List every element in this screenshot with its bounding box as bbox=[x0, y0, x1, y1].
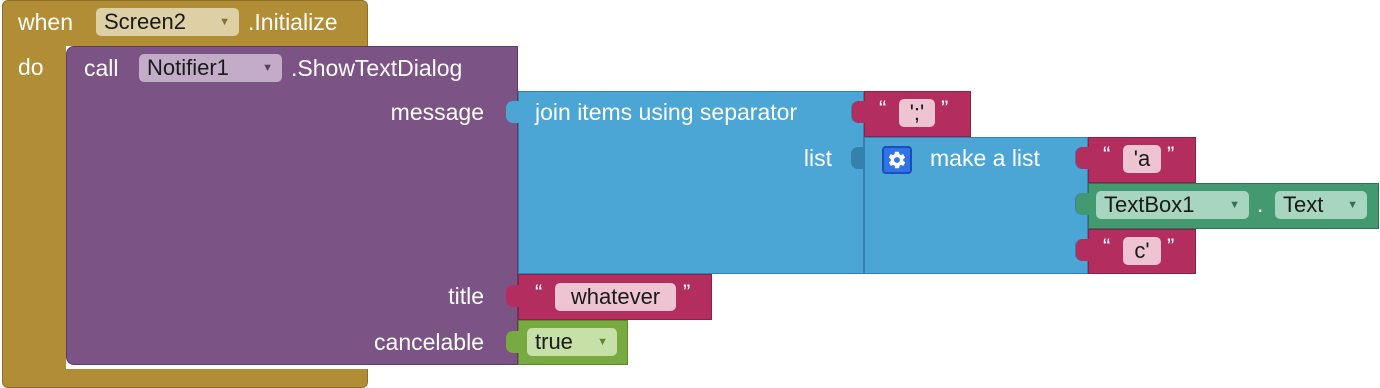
list-item-3-text-field[interactable]: c' bbox=[1123, 237, 1161, 265]
mutator-gear-button[interactable] bbox=[882, 146, 912, 174]
event-block-footer bbox=[2, 369, 368, 388]
do-label: do bbox=[18, 54, 44, 80]
join-label: join items using separator bbox=[535, 99, 798, 125]
list-item-1-text-field[interactable]: 'a bbox=[1123, 145, 1161, 173]
list-item-3-connector bbox=[1076, 239, 1090, 261]
textbox-getter-connector bbox=[1076, 193, 1090, 215]
join-list-socket bbox=[851, 147, 865, 169]
join-list-label: list bbox=[803, 145, 832, 171]
dropdown-arrow-icon: ▼ bbox=[262, 62, 273, 74]
property-dot: . bbox=[1257, 191, 1264, 217]
open-quote: “ bbox=[535, 280, 543, 305]
boolean-block-connector bbox=[506, 331, 520, 353]
open-quote: “ bbox=[1103, 142, 1111, 167]
boolean-value-dropdown[interactable]: true ▼ bbox=[527, 328, 617, 356]
gear-icon bbox=[888, 151, 906, 169]
textbox-property-name: Text bbox=[1283, 192, 1324, 217]
dropdown-arrow-icon: ▼ bbox=[597, 336, 608, 348]
close-quote: ” bbox=[1167, 142, 1175, 167]
open-quote: “ bbox=[1103, 234, 1111, 259]
event-name: .Initialize bbox=[248, 9, 338, 35]
textbox-component-name: TextBox1 bbox=[1104, 192, 1195, 217]
param-title-label: title bbox=[448, 283, 484, 309]
title-text-field[interactable]: whatever bbox=[555, 283, 676, 311]
close-quote: ” bbox=[1167, 234, 1175, 259]
textbox-component-dropdown[interactable]: TextBox1 ▼ bbox=[1096, 191, 1249, 219]
boolean-value: true bbox=[535, 329, 573, 354]
notifier-component-dropdown[interactable]: Notifier1 ▼ bbox=[139, 54, 282, 82]
dropdown-arrow-icon: ▼ bbox=[219, 16, 230, 28]
when-label: when bbox=[18, 9, 73, 35]
close-quote: ” bbox=[941, 96, 949, 121]
method-name: .ShowTextDialog bbox=[291, 55, 463, 81]
call-label: call bbox=[84, 55, 119, 81]
separator-text-connector bbox=[852, 101, 866, 123]
textbox-property-dropdown[interactable]: Text ▼ bbox=[1275, 191, 1367, 219]
make-list-label: make a list bbox=[930, 145, 1040, 171]
close-quote: ” bbox=[683, 280, 691, 305]
screen-component-dropdown[interactable]: Screen2 ▼ bbox=[96, 8, 239, 36]
list-item-1-connector bbox=[1076, 147, 1090, 169]
param-message-label: message bbox=[390, 99, 484, 125]
notifier-component-name: Notifier1 bbox=[147, 55, 229, 80]
title-text-connector bbox=[506, 285, 520, 307]
open-quote: “ bbox=[879, 96, 887, 121]
event-block-spine bbox=[2, 45, 66, 370]
separator-text-field[interactable]: ';' bbox=[899, 99, 935, 127]
join-block-connector bbox=[506, 101, 520, 123]
dropdown-arrow-icon: ▼ bbox=[1229, 199, 1240, 211]
screen-component-name: Screen2 bbox=[104, 9, 186, 34]
dropdown-arrow-icon: ▼ bbox=[1347, 199, 1358, 211]
param-cancelable-label: cancelable bbox=[374, 329, 484, 355]
call-block-body bbox=[66, 91, 518, 365]
